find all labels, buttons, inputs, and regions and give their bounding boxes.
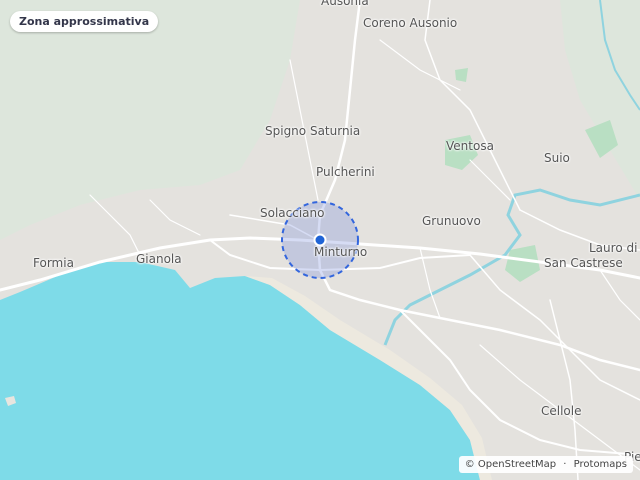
place-lauro-di-s: Lauro di S <box>589 241 640 255</box>
place-ausonia: Ausonia <box>321 0 369 8</box>
place-formia: Formia <box>33 256 74 270</box>
location-marker-dot <box>313 233 327 247</box>
attribution-separator: · <box>563 459 567 470</box>
place-solacciano: Solacciano <box>260 206 325 220</box>
park-area <box>455 68 468 82</box>
place-san-castrese: San Castrese <box>544 256 623 270</box>
map-attribution: © OpenStreetMap · Protomaps <box>458 456 633 473</box>
place-gianola: Gianola <box>136 252 182 266</box>
place-spigno-saturnia: Spigno Saturnia <box>265 124 361 138</box>
osm-attribution-link[interactable]: OpenStreetMap <box>478 459 556 470</box>
place-pulcherini: Pulcherini <box>316 165 375 179</box>
place-minturno: Minturno <box>314 245 368 259</box>
zone-label-badge: Zona approssimativa <box>10 11 159 32</box>
protomaps-attribution-link[interactable]: Protomaps <box>574 459 627 470</box>
place-suio: Suio <box>544 151 570 165</box>
map-view[interactable]: Ausonia Coreno Ausonio Spigno Saturnia P… <box>0 0 640 480</box>
place-cellole: Cellole <box>541 404 582 418</box>
place-grunuovo: Grunuovo <box>422 214 481 228</box>
copyright-symbol: © <box>464 459 475 470</box>
place-coreno-ausonio: Coreno Ausonio <box>363 16 458 30</box>
place-ventosa: Ventosa <box>446 139 494 153</box>
